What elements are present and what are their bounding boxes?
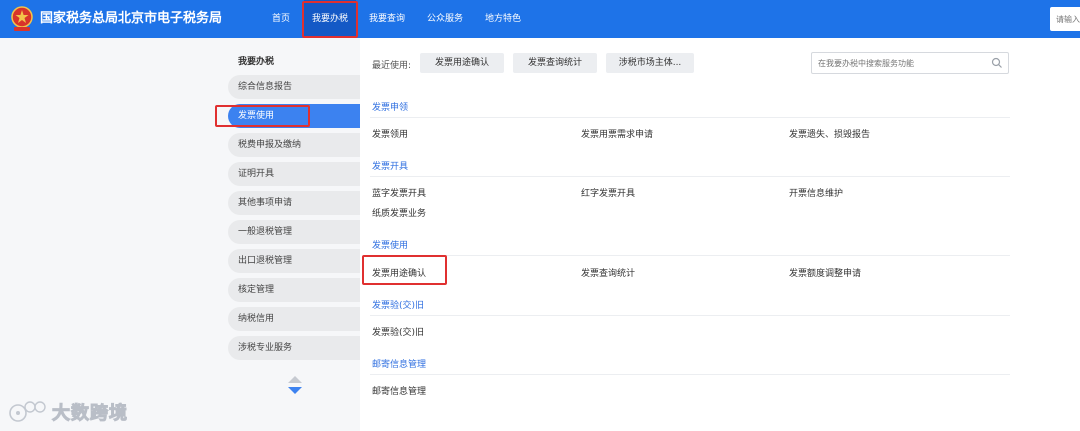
recent-item-invoice-query[interactable]: 发票查询统计	[513, 53, 597, 73]
top-header: 国家税务总局北京市电子税务局 首页 我要办税 我要查询 公众服务 地方特色	[0, 0, 1080, 38]
service-issue-info-maintain[interactable]: 开票信息维护	[789, 186, 843, 199]
service-red-invoice-issue[interactable]: 红字发票开具	[581, 186, 635, 199]
sidebar-item-other-apply[interactable]: 其他事项申请	[228, 191, 360, 215]
section-title-invoice-issue: 发票开具	[372, 162, 409, 172]
site-title: 国家税务总局北京市电子税务局	[40, 11, 223, 26]
service-invoice-loss-report[interactable]: 发票遗失、损毁报告	[789, 127, 870, 140]
watermark-logo-icon	[9, 401, 46, 422]
recent-item-market-entity[interactable]: 涉税市场主体...	[606, 53, 694, 73]
nav-home[interactable]: 首页	[272, 0, 290, 38]
service-invoice-query-stats[interactable]: 发票查询统计	[581, 266, 635, 279]
sidebar-highlight-box	[215, 105, 310, 127]
sidebar-title: 我要办税	[238, 57, 275, 67]
sidebar-item-certificate[interactable]: 证明开具	[228, 162, 360, 186]
sidebar-item-general-refund[interactable]: 一般退税管理	[228, 220, 360, 244]
service-mail-info-manage[interactable]: 邮寄信息管理	[372, 384, 426, 397]
service-highlight-box	[362, 255, 447, 285]
section-divider	[370, 117, 1010, 118]
section-divider	[370, 176, 1010, 177]
scroll-down-arrow-icon[interactable]	[288, 387, 302, 394]
sidebar-item-assessment[interactable]: 核定管理	[228, 278, 360, 302]
top-search-input[interactable]	[1050, 7, 1080, 31]
section-divider	[370, 374, 1010, 375]
sidebar-item-tax-filing[interactable]: 税费申报及缴纳	[228, 133, 360, 157]
nav-public-service[interactable]: 公众服务	[427, 0, 463, 38]
sidebar-item-export-refund[interactable]: 出口退税管理	[228, 249, 360, 273]
search-icon[interactable]	[991, 57, 1003, 69]
section-title-mail-info: 邮寄信息管理	[372, 360, 427, 370]
service-blue-invoice-issue[interactable]: 蓝字发票开具	[372, 186, 426, 199]
nav-query[interactable]: 我要查询	[369, 0, 405, 38]
recent-item-invoice-confirm[interactable]: 发票用途确认	[420, 53, 504, 73]
section-title-invoice-verify-old: 发票验(交)旧	[372, 301, 425, 311]
service-invoice-quota-adjust[interactable]: 发票额度调整申请	[789, 266, 861, 279]
section-divider	[370, 255, 1010, 256]
service-paper-invoice[interactable]: 纸质发票业务	[372, 206, 426, 219]
recent-label: 最近使用:	[372, 61, 412, 71]
watermark-text: 大数跨境	[52, 403, 128, 425]
service-search-input[interactable]	[811, 52, 1009, 74]
service-invoice-receive[interactable]: 发票领用	[372, 127, 408, 140]
service-invoice-verify-old[interactable]: 发票验(交)旧	[372, 325, 424, 338]
sidebar-item-credit[interactable]: 纳税信用	[228, 307, 360, 331]
nav-local-feature[interactable]: 地方特色	[485, 0, 521, 38]
sidebar-item-professional[interactable]: 涉税专业服务	[228, 336, 360, 360]
scroll-up-arrow-icon[interactable]	[288, 376, 302, 383]
section-divider	[370, 315, 1010, 316]
service-invoice-demand-apply[interactable]: 发票用票需求申请	[581, 127, 653, 140]
sidebar-item-info-report[interactable]: 综合信息报告	[228, 75, 360, 99]
tax-emblem-icon	[11, 6, 33, 31]
section-title-invoice-apply: 发票申领	[372, 103, 409, 113]
nav-highlight-box	[302, 1, 358, 38]
section-title-invoice-use: 发票使用	[372, 241, 409, 251]
